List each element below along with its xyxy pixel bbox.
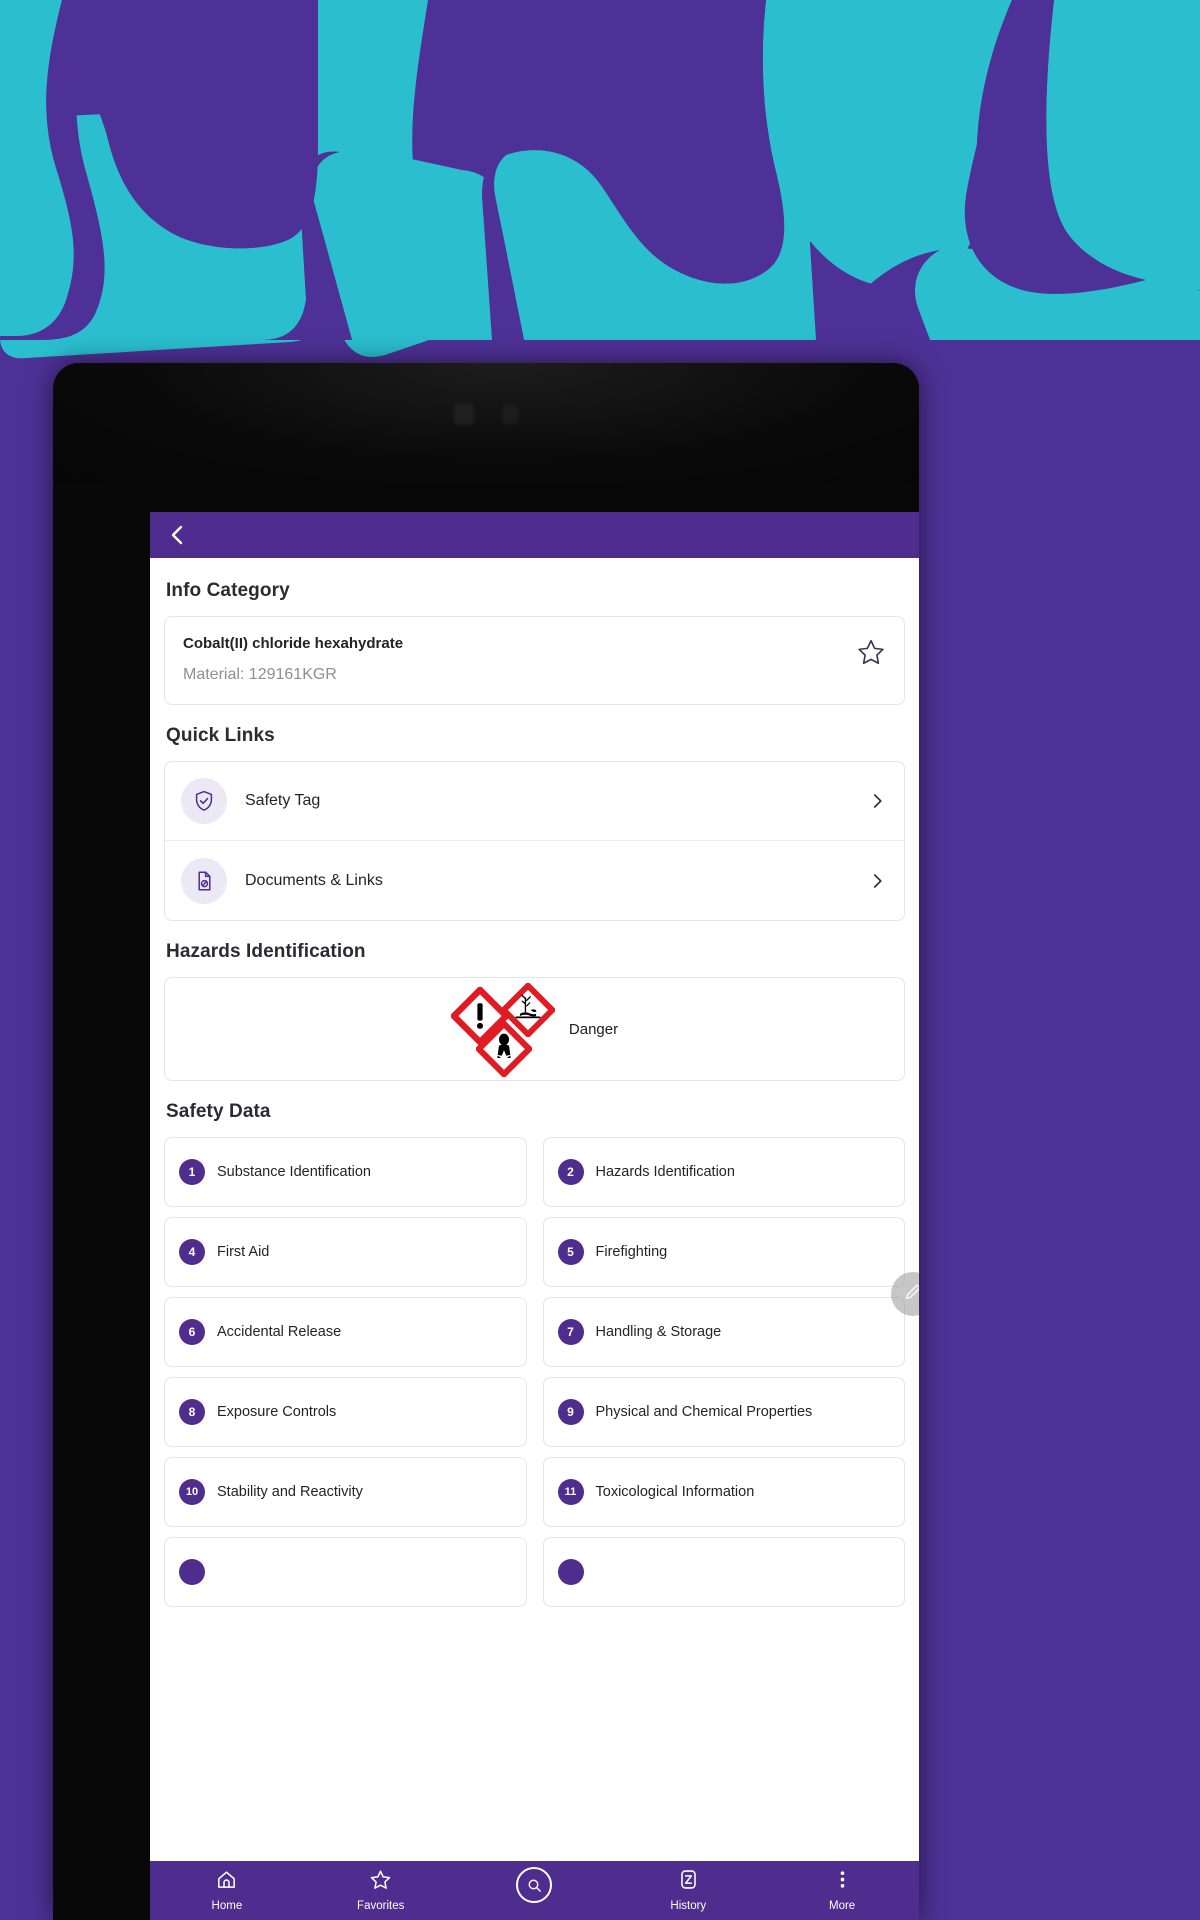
more-vertical-icon: [831, 1868, 854, 1896]
proximity-sensor: [501, 404, 519, 424]
nav-label: Home: [211, 1900, 243, 1912]
hazards-card[interactable]: Danger: [164, 977, 905, 1081]
safety-data-grid: 1 Substance Identification 2 Hazards Ide…: [164, 1137, 905, 1607]
nav-label: More: [828, 1900, 856, 1912]
app-bar: [150, 512, 919, 558]
page-title: Info Category: [166, 580, 290, 601]
page-content: Info Category Cobalt(II) chloride hexahy…: [150, 558, 919, 1861]
item-label: Firefighting: [595, 1244, 668, 1260]
chevron-left-icon[interactable]: [166, 523, 190, 547]
item-label: Stability and Reactivity: [217, 1484, 363, 1500]
item-label: Toxicological Information: [595, 1484, 755, 1500]
material-code: Material: 129161KGR: [183, 666, 337, 683]
item-label: Hazards Identification: [595, 1164, 735, 1180]
mosaic-pattern: [0, 0, 1200, 340]
front-camera-sensors: [53, 403, 919, 425]
quick-link-label: Documents & Links: [245, 871, 383, 889]
item-number: 5: [557, 1239, 584, 1265]
quick-links-card: Safety Tag Documents & Links: [164, 761, 905, 921]
document-link-icon: [181, 857, 227, 904]
nav-label: History: [670, 1900, 707, 1912]
safety-data-item[interactable]: 9 Physical and Chemical Properties: [542, 1377, 905, 1447]
quick-link-safety-tag[interactable]: Safety Tag: [165, 762, 904, 841]
item-label: Accidental Release: [217, 1324, 342, 1340]
item-label: Substance Identification: [217, 1164, 371, 1180]
item-number: 11: [557, 1479, 584, 1505]
item-number: 9: [557, 1399, 584, 1425]
item-number: [179, 1559, 205, 1585]
nav-item-favorites[interactable]: Favorites: [304, 1868, 458, 1912]
item-label: Handling & Storage: [595, 1324, 722, 1340]
chevron-right-icon[interactable]: [868, 792, 886, 810]
safety-data-item[interactable]: 11 Toxicological Information: [542, 1457, 905, 1527]
shield-check-icon: [181, 778, 227, 824]
safety-data-title: Safety Data: [166, 1101, 271, 1122]
safety-data-item[interactable]: 10 Stability and Reactivity: [164, 1457, 527, 1527]
item-label: Physical and Chemical Properties: [595, 1404, 813, 1420]
nav-item-search[interactable]: [458, 1867, 612, 1907]
camera-lens: [453, 403, 474, 425]
search-icon: [516, 1867, 553, 1903]
quick-links-title: Quick Links: [166, 725, 275, 746]
nav-item-history[interactable]: History: [611, 1868, 765, 1912]
bottom-navigation-bar: Home Favorites History More: [150, 1861, 919, 1920]
history-icon: [677, 1868, 700, 1896]
safety-data-item[interactable]: 7 Handling & Storage: [542, 1297, 905, 1367]
item-number: 2: [557, 1159, 584, 1185]
hazard-pictogram-group: Danger: [450, 981, 619, 1077]
safety-data-item[interactable]: 5 Firefighting: [542, 1217, 905, 1287]
chevron-right-icon[interactable]: [868, 872, 886, 890]
tablet-device: Info Category Cobalt(II) chloride hexahy…: [53, 363, 919, 1920]
item-label: Exposure Controls: [217, 1404, 337, 1420]
star-outline-icon[interactable]: [856, 637, 886, 667]
safety-data-item[interactable]: 8 Exposure Controls: [164, 1377, 527, 1447]
hazards-title: Hazards Identification: [166, 941, 366, 962]
pencil-edit-icon: [902, 1281, 919, 1308]
signal-word: Danger: [568, 1020, 619, 1038]
home-icon: [215, 1868, 238, 1896]
nav-item-more[interactable]: More: [765, 1868, 919, 1912]
item-number: 10: [179, 1479, 205, 1505]
nav-label: Favorites: [357, 1900, 405, 1912]
item-label: First Aid: [217, 1244, 270, 1260]
material-name: Cobalt(II) chloride hexahydrate: [183, 635, 404, 652]
ghs-pictograms: [450, 981, 563, 1077]
quick-link-label: Safety Tag: [245, 792, 321, 809]
material-info: Cobalt(II) chloride hexahydrate Material…: [183, 635, 403, 684]
star-outline-icon: [369, 1868, 392, 1896]
item-number: [557, 1559, 584, 1585]
safety-data-item[interactable]: [164, 1537, 527, 1607]
safety-data-item[interactable]: 1 Substance Identification: [164, 1137, 527, 1207]
item-number: 8: [179, 1399, 205, 1425]
item-number: 6: [179, 1319, 205, 1345]
safety-data-item[interactable]: 4 First Aid: [164, 1217, 527, 1287]
safety-data-item[interactable]: [542, 1537, 905, 1607]
nav-item-home[interactable]: Home: [150, 1868, 304, 1912]
quick-link-documents-links[interactable]: Documents & Links: [165, 841, 904, 920]
app-screen: Info Category Cobalt(II) chloride hexahy…: [150, 512, 919, 1920]
safety-data-item[interactable]: 2 Hazards Identification: [542, 1137, 905, 1207]
item-number: 1: [179, 1159, 205, 1185]
item-number: 4: [179, 1239, 205, 1265]
material-card[interactable]: Cobalt(II) chloride hexahydrate Material…: [164, 616, 905, 705]
item-number: 7: [557, 1319, 584, 1345]
safety-data-item[interactable]: 6 Accidental Release: [164, 1297, 527, 1367]
ghs08-health-hazard-pictogram: [475, 1021, 532, 1077]
